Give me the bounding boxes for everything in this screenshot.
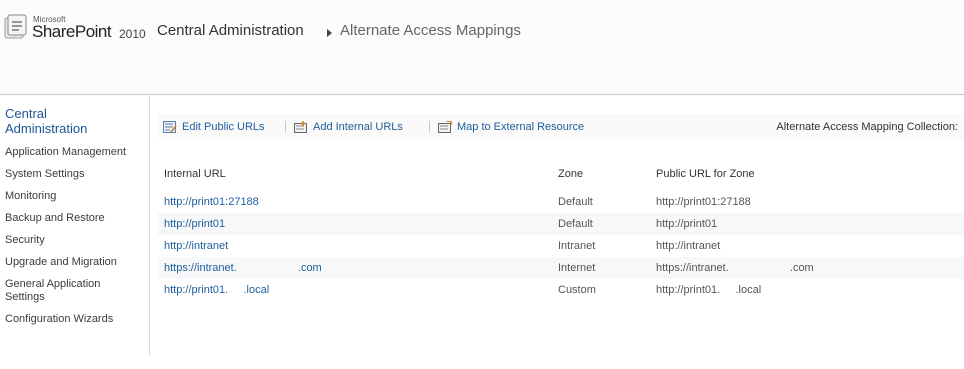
zone-value: Default [558,218,593,230]
public-url-value: http://print01:27188 [656,196,751,208]
nav-item-backup-and-restore[interactable]: Backup and Restore [5,212,149,225]
table-row: http://print01 Default http://print01 [158,213,964,235]
ribbon-header: Microsoft SharePoint 2010 Central Admini… [0,0,964,70]
zone-value: Default [558,196,593,208]
zone-value: Custom [558,284,596,296]
add-internal-urls-button[interactable]: Add Internal URLs [294,119,403,135]
public-url-value: http://print01. .local [656,284,762,296]
internal-url-link[interactable]: http://intranet [164,240,228,252]
nav-item-security[interactable]: Security [5,234,149,247]
public-url-value: http://print01 [656,218,718,230]
edit-list-icon [163,121,177,133]
aam-toolbar: Edit Public URLs Add Internal URLs Map t… [158,114,964,140]
column-header-zone[interactable]: Zone [558,168,583,180]
toolbar-separator [429,121,430,133]
zone-value: Intranet [558,240,596,252]
table-header-row: Internal URL Zone Public URL for Zone [158,163,964,185]
nav-item-system-settings[interactable]: System Settings [5,168,149,181]
table-row: http://print01:27188 Default http://prin… [158,191,964,213]
nav-heading-central-administration[interactable]: Central Administration [5,106,115,136]
map-external-icon [438,121,452,133]
breadcrumb-central-administration[interactable]: Central Administration [157,22,304,39]
table-row: https://intranet. .com Internet https://… [158,257,964,279]
nav-item-monitoring[interactable]: Monitoring [5,190,149,203]
logo-product-text: SharePoint [32,22,112,41]
page-title: Alternate Access Mappings [340,22,521,39]
internal-url-link[interactable]: http://print01:27188 [164,196,259,208]
nav-item-upgrade-and-migration[interactable]: Upgrade and Migration [5,256,149,269]
add-url-icon [294,121,307,133]
nav-item-configuration-wizards[interactable]: Configuration Wizards [5,313,149,326]
edit-public-urls-button[interactable]: Edit Public URLs [163,119,265,135]
column-header-internal-url[interactable]: Internal URL [164,168,226,180]
logo-year-text: 2010 [119,27,146,41]
map-to-external-resource-label: Map to External Resource [457,121,585,133]
column-header-public-url[interactable]: Public URL for Zone [656,168,755,180]
main-content: Edit Public URLs Add Internal URLs Map t… [158,103,964,353]
left-navigation: Central Administration Application Manag… [0,96,150,356]
map-to-external-resource-button[interactable]: Map to External Resource [438,119,584,135]
toolbar-separator [285,121,286,133]
add-internal-urls-label: Add Internal URLs [313,121,403,133]
edit-public-urls-label: Edit Public URLs [182,121,265,133]
table-row: http://intranet Intranet http://intranet [158,235,964,257]
nav-item-general-application-settings[interactable]: General Application Settings [5,278,125,304]
header-divider [0,70,964,95]
sharepoint-logo-icon [4,14,27,39]
aam-collection-label: Alternate Access Mapping Collection: [776,121,958,133]
table-row: http://print01. .local Custom http://pri… [158,279,964,301]
internal-url-link[interactable]: http://print01 [164,218,225,230]
zone-value: Internet [558,262,596,274]
breadcrumb-arrow-icon [327,29,332,37]
public-url-value: http://intranet [656,240,721,252]
public-url-value: https://intranet. .com [656,262,814,274]
internal-url-link[interactable]: https://intranet. .com [164,262,322,274]
internal-url-link[interactable]: http://print01. .local [164,284,269,296]
nav-item-application-management[interactable]: Application Management [5,146,149,159]
